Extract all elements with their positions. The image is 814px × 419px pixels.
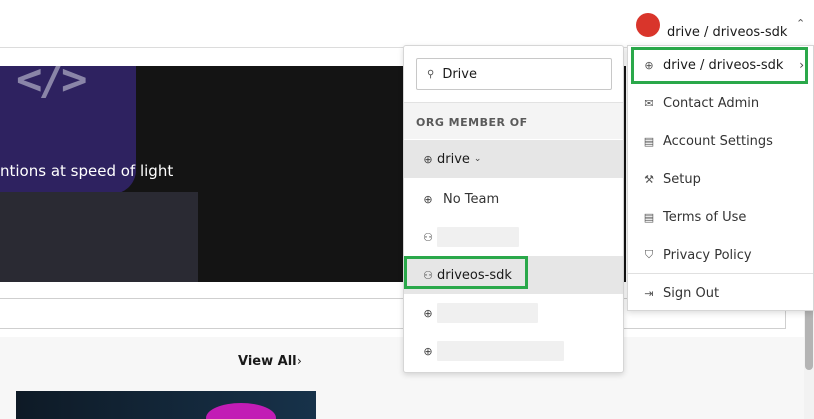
menu-item-label: Terms of Use [663,209,747,225]
sign-out-icon: ⇥ [644,286,654,300]
chevron-up-icon[interactable]: ⌃ [796,17,805,30]
view-all-link[interactable]: View All [238,354,297,369]
account-menu: ⊕ drive / driveos-sdk › ✉ Contact Admin … [627,45,814,311]
menu-item-label: Privacy Policy [663,247,752,263]
org-item-drive[interactable]: ⊕ drive ⌄ [404,140,623,178]
org-item-label: drive [437,151,470,167]
redacted-label [437,227,519,247]
card-thumbnail[interactable] [16,391,316,419]
hero-panel [0,192,198,282]
app-root: drive / driveos-sdk ⌃ </> ntions at spee… [0,0,814,419]
team-item-redacted[interactable]: ⚇ [404,218,623,256]
top-bar [0,0,814,48]
thumbnail-graphic [206,403,276,419]
menu-item-privacy[interactable]: ⛉ Privacy Policy [628,236,813,274]
menu-item-setup[interactable]: ⚒ Setup [628,160,813,198]
menu-item-label: Contact Admin [663,95,760,111]
team-item-redacted[interactable]: ⊕ [404,294,623,332]
redacted-label [437,303,538,323]
mail-icon: ✉ [644,96,654,110]
user-org-label[interactable]: drive / driveos-sdk [667,25,787,40]
menu-item-sign-out[interactable]: ⇥ Sign Out [628,274,813,312]
hero-headline: ntions at speed of light [0,162,174,180]
shield-icon: ⛉ [644,248,654,261]
avatar[interactable] [636,13,660,37]
globe-icon: ⊕ [423,152,433,166]
chevron-down-icon[interactable]: ⌄ [474,154,482,164]
menu-item-account-settings[interactable]: ▤ Account Settings [628,122,813,160]
menu-item-label: Account Settings [663,133,773,149]
user-menu-toggle[interactable] [636,13,660,37]
team-item-label: No Team [443,191,500,207]
org-search-value[interactable]: Drive [442,67,477,82]
team-icon: ⚇ [423,230,433,244]
scrollbar-thumb[interactable] [805,306,813,370]
clipboard-icon: ▤ [643,210,655,224]
code-icon: </> [16,66,88,105]
org-search-input[interactable]: ⚲ Drive [416,58,612,90]
globe-icon: ⊕ [423,192,433,206]
org-heading: ORG MEMBER OF [404,103,623,139]
highlight-box [404,256,528,289]
filter-icon: ⚲ [427,68,435,80]
globe-icon: ⊕ [423,306,433,320]
menu-item-label: Sign Out [663,285,720,301]
org-dropdown: ⚲ Drive ORG MEMBER OF ⊕ drive ⌄ ⊕ No Tea… [403,45,624,373]
chevron-right-icon[interactable]: › [297,354,302,368]
clipboard-icon: ▤ [643,134,655,148]
globe-icon: ⊕ [423,344,433,358]
highlight-box [631,47,808,84]
redacted-label [437,341,564,361]
menu-item-contact-admin[interactable]: ✉ Contact Admin [628,84,813,122]
team-item-no-team[interactable]: ⊕ No Team [404,180,623,218]
team-item-redacted[interactable]: ⊕ [404,332,623,370]
menu-item-terms[interactable]: ▤ Terms of Use [628,198,813,236]
wrench-icon: ⚒ [644,172,654,186]
menu-item-label: Setup [663,171,701,187]
